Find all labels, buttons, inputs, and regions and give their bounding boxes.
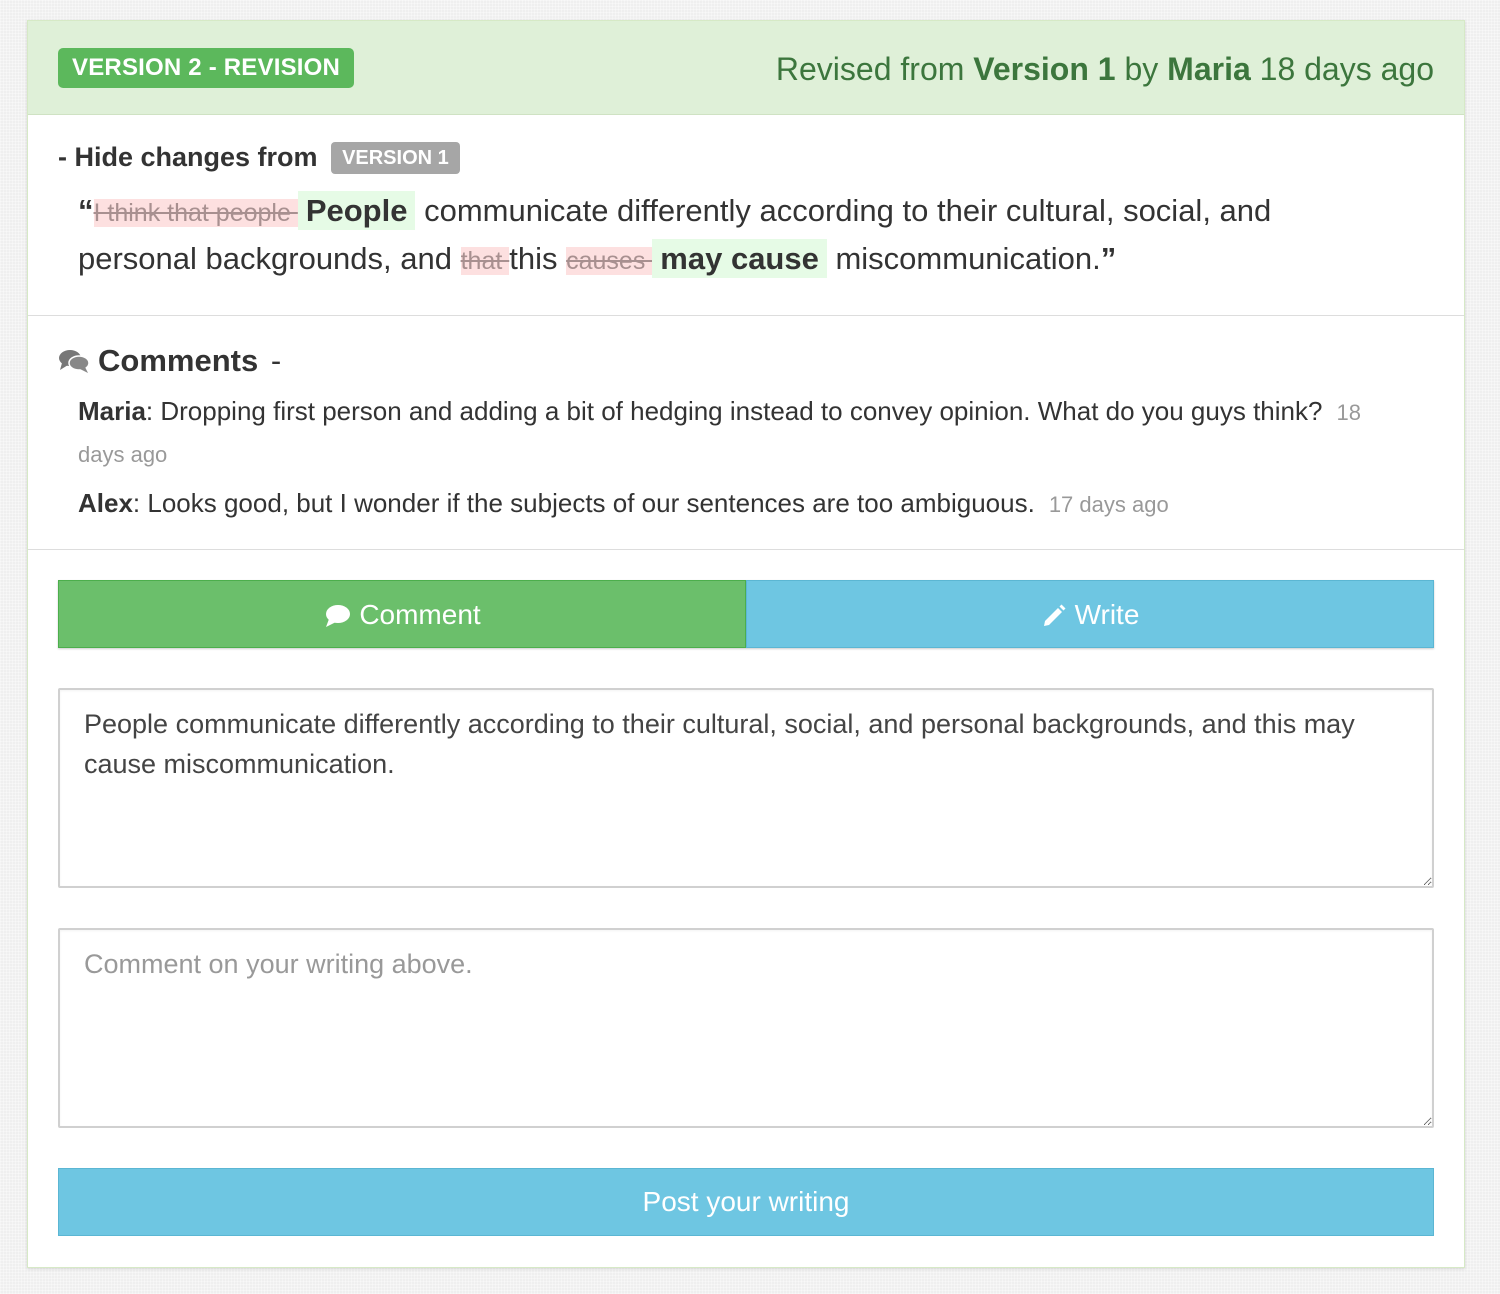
post-writing-button[interactable]: Post your writing (58, 1168, 1434, 1236)
comments-collapse-toggle[interactable]: - (271, 343, 281, 378)
comment-input[interactable] (58, 928, 1434, 1128)
tab-comment-label: Comment (359, 599, 481, 630)
pencil-icon (1041, 599, 1075, 630)
writing-input[interactable]: People communicate differently according… (58, 688, 1434, 888)
changes-section: - Hide changes from VERSION 1 “I think t… (28, 116, 1464, 316)
deleted-text: that (460, 247, 510, 275)
comment-item: Maria: Dropping first person and adding … (78, 391, 1398, 475)
deleted-text: causes (566, 247, 653, 275)
revised-version: Version 1 (973, 51, 1116, 87)
revision-header: VERSION 2 - REVISION Revised from Versio… (28, 21, 1464, 115)
comments-header: Comments - (58, 341, 281, 381)
revised-prefix: Revised from (775, 51, 965, 87)
comment-text: : Looks good, but I wonder if the subjec… (132, 488, 1035, 518)
open-quote: “ (78, 193, 94, 228)
inserted-text: People (297, 191, 416, 230)
tab-write-label: Write (1074, 599, 1140, 630)
revision-panel: VERSION 2 - REVISION Revised from Versio… (27, 20, 1465, 1268)
revised-time: 18 days ago (1259, 51, 1434, 87)
deleted-text: I think that people (93, 199, 298, 227)
comments-icon (58, 343, 98, 378)
comment-icon (323, 599, 359, 630)
mode-tabs: Comment Write (58, 580, 1434, 648)
unchanged-text: this (509, 241, 567, 276)
tab-write[interactable]: Write (746, 580, 1434, 648)
comment-item: Alex: Looks good, but I wonder if the su… (78, 483, 1398, 525)
comment-author: Maria (78, 396, 146, 426)
hide-changes-toggle[interactable]: - Hide changes from VERSION 1 (58, 140, 460, 174)
version-badge: VERSION 2 - REVISION (58, 48, 355, 88)
hide-changes-label: - Hide changes from (58, 142, 318, 172)
comments-title: Comments (98, 343, 259, 378)
close-quote: ” (1100, 241, 1117, 276)
revised-author: Maria (1167, 51, 1251, 87)
comment-text: : Dropping first person and adding a bit… (145, 396, 1323, 426)
unchanged-text: miscommunication. (826, 241, 1101, 276)
inserted-text: may cause (652, 239, 827, 278)
from-version-badge: VERSION 1 (331, 142, 460, 174)
comment-time: 17 days ago (1048, 492, 1169, 517)
revised-info: Revised from Version 1 by Maria 18 days … (776, 49, 1434, 89)
diff-text: “I think that people People communicate … (78, 188, 1398, 284)
revised-by: by (1124, 51, 1159, 87)
tab-comment[interactable]: Comment (58, 580, 746, 648)
comments-section: Comments - Maria: Dropping first person … (28, 317, 1464, 550)
comment-author: Alex (78, 488, 133, 518)
